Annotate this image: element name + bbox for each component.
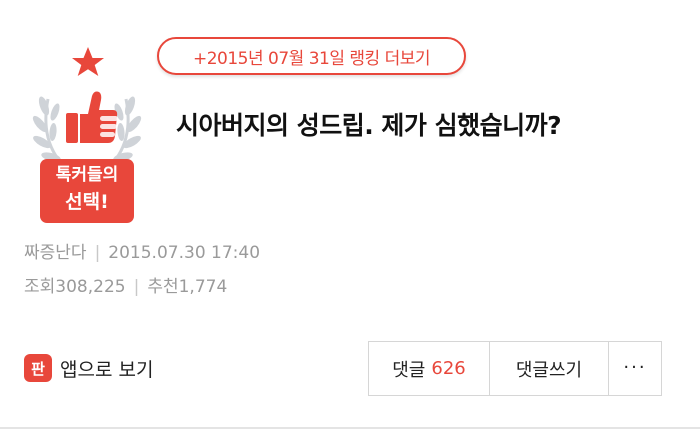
badge-line2: 선택!	[65, 191, 109, 213]
post-datetime: 2015.07.30 17:40	[108, 243, 261, 263]
ranking-more-button[interactable]: +2015년 07월 31일 랭킹 더보기	[157, 37, 466, 75]
comments-label: 댓글	[392, 359, 426, 381]
comments-count: 626	[431, 358, 466, 379]
post-action-buttons: 댓글 626 댓글쓰기 ···	[368, 341, 662, 396]
likes-label: 추천	[147, 277, 179, 297]
app-view-label: 앱으로 보기	[60, 358, 154, 381]
divider	[0, 427, 700, 429]
write-comment-button[interactable]: 댓글쓰기	[490, 342, 609, 395]
ranking-more-label: +2015년 07월 31일 랭킹 더보기	[192, 48, 431, 69]
app-icon-glyph: 판	[31, 359, 45, 378]
talkers-choice-badge: 톡커들의 선택!	[22, 44, 152, 224]
post-meta-stats: 조회308,225 | 추천1,774	[24, 272, 227, 297]
views-count: 308,225	[55, 277, 126, 297]
badge-line1: 톡커들의	[55, 165, 119, 185]
meta-separator: |	[94, 243, 101, 263]
more-options-button[interactable]: ···	[609, 342, 661, 395]
app-view-link[interactable]: 판 앱으로 보기	[24, 354, 153, 382]
write-comment-label: 댓글쓰기	[515, 359, 583, 381]
comments-button[interactable]: 댓글 626	[369, 342, 490, 395]
post-meta-author-date: 짜증난다 | 2015.07.30 17:40	[24, 238, 260, 263]
likes-count: 1,774	[178, 277, 228, 297]
author-name[interactable]: 짜증난다	[24, 243, 87, 263]
more-dots-icon: ···	[623, 357, 647, 378]
meta-separator: |	[133, 277, 140, 297]
post-title: 시아버지의 성드립. 제가 심했습니까?	[176, 111, 562, 140]
pann-app-icon: 판	[24, 354, 52, 382]
views-label: 조회	[24, 277, 56, 297]
